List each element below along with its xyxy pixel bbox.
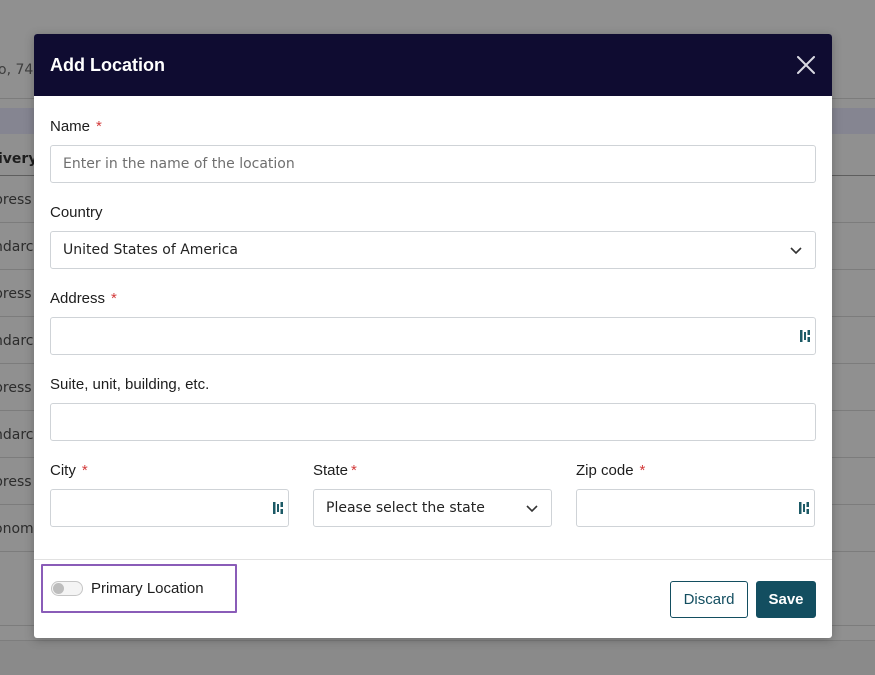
modal-title: Add Location (50, 54, 165, 75)
address-label: Address * (50, 290, 117, 307)
close-icon (797, 56, 815, 74)
discard-button[interactable]: Discard (670, 581, 748, 618)
country-label: Country (50, 204, 103, 221)
background-row-cell: ndarc (0, 239, 34, 255)
modal-footer: Primary Location Discard Save (34, 559, 832, 638)
name-label: Name * (50, 118, 102, 135)
background-row-cell: press (0, 474, 32, 490)
required-marker: * (81, 462, 88, 479)
zip-input[interactable] (589, 500, 802, 516)
state-label: State * (313, 462, 357, 479)
city-label-text: City (50, 462, 76, 479)
primary-location-toggle[interactable] (51, 581, 83, 596)
suite-label: Suite, unit, building, etc. (50, 376, 210, 393)
name-field-box (50, 145, 816, 183)
required-marker: * (111, 290, 117, 307)
background-row-cell: ndarc (0, 333, 34, 349)
state-label-text: State (313, 462, 349, 479)
chevron-down-icon (526, 505, 538, 513)
required-marker: * (96, 118, 102, 135)
state-select[interactable]: Please select the state (313, 489, 552, 527)
zip-label: Zip code * (576, 462, 645, 479)
state-select-value: Please select the state (326, 500, 485, 516)
modal-header: Add Location (34, 34, 832, 96)
close-button[interactable] (794, 53, 818, 77)
address-input[interactable] (63, 328, 803, 344)
address-field-box (50, 317, 816, 355)
background-footer (0, 640, 875, 675)
save-button[interactable]: Save (756, 581, 816, 618)
background-row-cell: press (0, 380, 32, 396)
chevron-down-icon (790, 247, 802, 255)
password-manager-icon[interactable] (272, 501, 284, 515)
suite-field-box (50, 403, 816, 441)
background-row-cell: press (0, 192, 32, 208)
name-label-text: Name (50, 118, 91, 135)
background-row-cell: ndarc (0, 427, 34, 443)
required-marker: * (639, 462, 646, 479)
background-row-cell: press (0, 286, 32, 302)
toggle-knob (53, 583, 64, 594)
required-marker: * (351, 462, 357, 479)
modal-body: Name * Country United States of America A… (34, 96, 832, 559)
suite-input[interactable] (63, 414, 803, 430)
zip-label-text: Zip code (576, 462, 634, 479)
city-input[interactable] (63, 500, 276, 516)
add-location-modal: Add Location Name * Country United States… (34, 34, 832, 638)
password-manager-icon[interactable] (799, 329, 811, 343)
city-label: City * (50, 462, 88, 479)
city-field-box (50, 489, 289, 527)
primary-location-label[interactable]: Primary Location (91, 580, 204, 597)
country-select[interactable]: United States of America (50, 231, 816, 269)
address-label-text: Address (50, 290, 106, 307)
country-select-value: United States of America (63, 242, 238, 258)
background-column-header: ivery (0, 151, 38, 167)
password-manager-icon[interactable] (798, 501, 810, 515)
zip-field-box (576, 489, 815, 527)
name-input[interactable] (63, 156, 803, 172)
background-row-cell: onom (0, 521, 34, 537)
primary-location-toggle-group: Primary Location (41, 564, 237, 613)
